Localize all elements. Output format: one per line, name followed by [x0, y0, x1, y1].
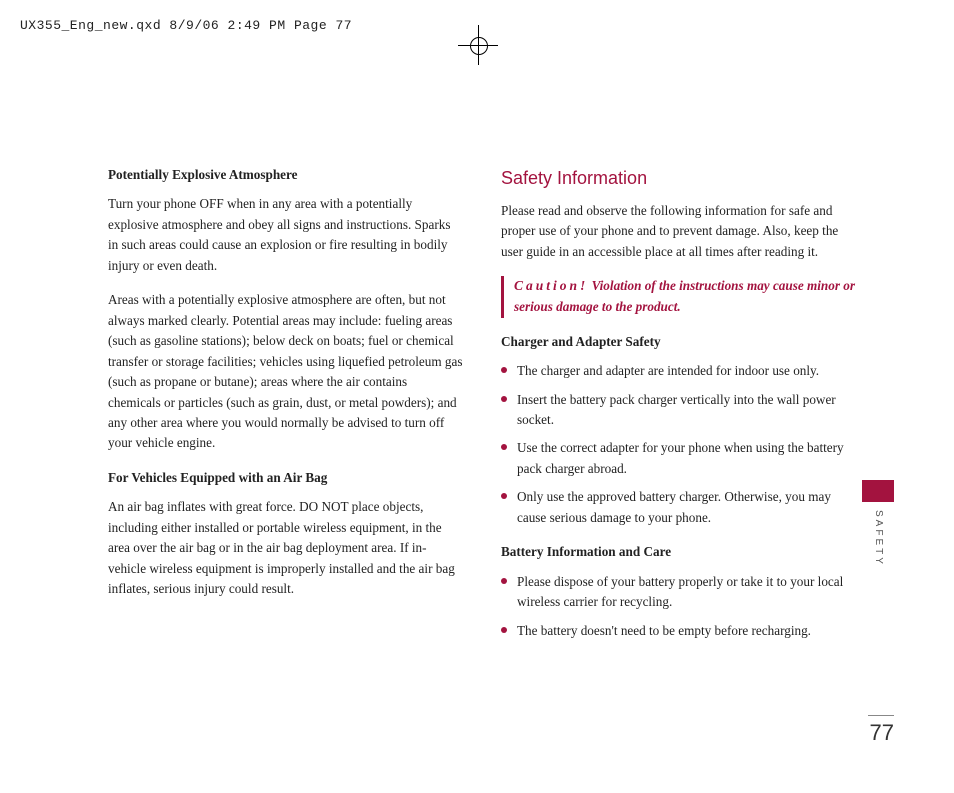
page-content: Potentially Explosive Atmosphere Turn yo…: [108, 165, 856, 651]
body-text: Areas with a potentially explosive atmos…: [108, 290, 463, 454]
section-tab-icon: [862, 480, 894, 502]
left-column: Potentially Explosive Atmosphere Turn yo…: [108, 165, 463, 651]
subheading-battery: Battery Information and Care: [501, 542, 856, 562]
caution-callout: Caution! Violation of the instructions m…: [501, 276, 856, 317]
section-title-safety: Safety Information: [501, 165, 856, 193]
section-tab-label: SAFETY: [873, 510, 884, 567]
right-column: Safety Information Please read and obser…: [501, 165, 856, 651]
body-text: An air bag inflates with great force. DO…: [108, 497, 463, 599]
body-text: Turn your phone OFF when in any area wit…: [108, 194, 463, 276]
list-item: Use the correct adapter for your phone w…: [501, 438, 856, 479]
list-item: Please dispose of your battery properly …: [501, 572, 856, 613]
bullet-list-battery: Please dispose of your battery properly …: [501, 572, 856, 641]
list-item: The charger and adapter are intended for…: [501, 361, 856, 381]
caution-label: Caution!: [514, 278, 588, 293]
list-item: Insert the battery pack charger vertical…: [501, 390, 856, 431]
print-header: UX355_Eng_new.qxd 8/9/06 2:49 PM Page 77: [20, 18, 352, 33]
page-number: 77: [870, 720, 894, 746]
subheading-airbag: For Vehicles Equipped with an Air Bag: [108, 468, 463, 488]
list-item: Only use the approved battery charger. O…: [501, 487, 856, 528]
subheading-explosive: Potentially Explosive Atmosphere: [108, 165, 463, 185]
page-rule: [868, 715, 894, 716]
subheading-charger: Charger and Adapter Safety: [501, 332, 856, 352]
bullet-list-charger: The charger and adapter are intended for…: [501, 361, 856, 528]
body-text: Please read and observe the following in…: [501, 201, 856, 262]
list-item: The battery doesn't need to be empty bef…: [501, 621, 856, 641]
